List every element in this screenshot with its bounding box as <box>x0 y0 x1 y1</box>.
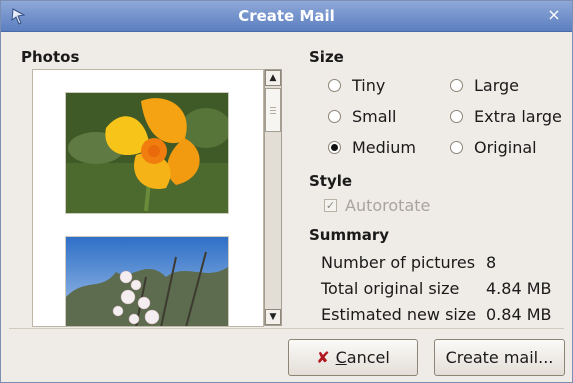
size-option-label: Medium <box>352 138 416 157</box>
size-option-large[interactable]: Large <box>450 76 519 95</box>
create-mail-button[interactable]: Create mail... <box>434 339 565 376</box>
radio-button[interactable] <box>450 79 463 92</box>
photos-list[interactable] <box>32 69 264 327</box>
size-heading: Size <box>309 48 344 66</box>
size-option-label: Original <box>474 138 537 157</box>
autorotate-checkbox[interactable]: ✓ Autorotate <box>324 196 430 215</box>
style-heading: Style <box>309 172 353 190</box>
summary-number-label: Number of pictures <box>321 253 476 272</box>
size-option-extra-large[interactable]: Extra large <box>450 107 562 126</box>
grip-line <box>270 113 276 114</box>
radio-button[interactable] <box>328 79 341 92</box>
summary-estimated-value: 0.84 MB <box>486 305 552 324</box>
size-option-tiny[interactable]: Tiny <box>328 76 385 95</box>
title-bar: Create Mail × <box>1 1 572 32</box>
blossom-image <box>66 237 228 326</box>
cancel-label: Cancel <box>336 348 390 367</box>
radio-button[interactable] <box>328 110 341 123</box>
divider <box>9 328 564 329</box>
grip-line <box>270 110 276 111</box>
radio-button-selected[interactable] <box>328 141 341 154</box>
size-option-label: Extra large <box>474 107 562 126</box>
flower-image <box>66 93 228 213</box>
radio-button[interactable] <box>450 110 463 123</box>
cancel-label-rest: ancel <box>346 348 390 367</box>
size-option-medium[interactable]: Medium <box>328 138 416 157</box>
checkmark-icon[interactable]: ✓ <box>324 199 337 212</box>
create-mail-dialog: Create Mail × Photos ▲ ▼ Size Tiny Large… <box>0 0 573 383</box>
photos-heading: Photos <box>21 48 80 66</box>
photo-thumbnail-flower[interactable] <box>65 92 229 214</box>
grip-line <box>270 107 276 108</box>
size-option-original[interactable]: Original <box>450 138 537 157</box>
summary-estimated-label: Estimated new size <box>321 305 477 324</box>
summary-heading: Summary <box>309 226 390 244</box>
radio-button[interactable] <box>450 141 463 154</box>
scroll-down-button[interactable]: ▼ <box>265 309 281 325</box>
summary-original-label: Total original size <box>321 279 460 298</box>
close-icon[interactable]: × <box>545 6 563 24</box>
autorotate-label: Autorotate <box>345 196 431 215</box>
size-option-label: Tiny <box>352 76 386 95</box>
photos-scrollbar[interactable]: ▲ ▼ <box>264 69 282 326</box>
cancel-mnemonic: C <box>335 348 347 367</box>
window-title: Create Mail <box>238 7 335 25</box>
summary-number-value: 8 <box>486 253 497 272</box>
size-option-small[interactable]: Small <box>328 107 396 126</box>
scroll-thumb[interactable] <box>265 88 281 132</box>
summary-original-value: 4.84 MB <box>486 279 552 298</box>
size-option-label: Small <box>352 107 397 126</box>
cancel-icon: ✘ <box>316 348 330 367</box>
photo-thumbnail-blossom[interactable] <box>65 236 229 326</box>
cancel-button[interactable]: ✘ Cancel <box>288 339 418 376</box>
scroll-up-button[interactable]: ▲ <box>265 70 281 86</box>
size-option-label: Large <box>474 76 520 95</box>
